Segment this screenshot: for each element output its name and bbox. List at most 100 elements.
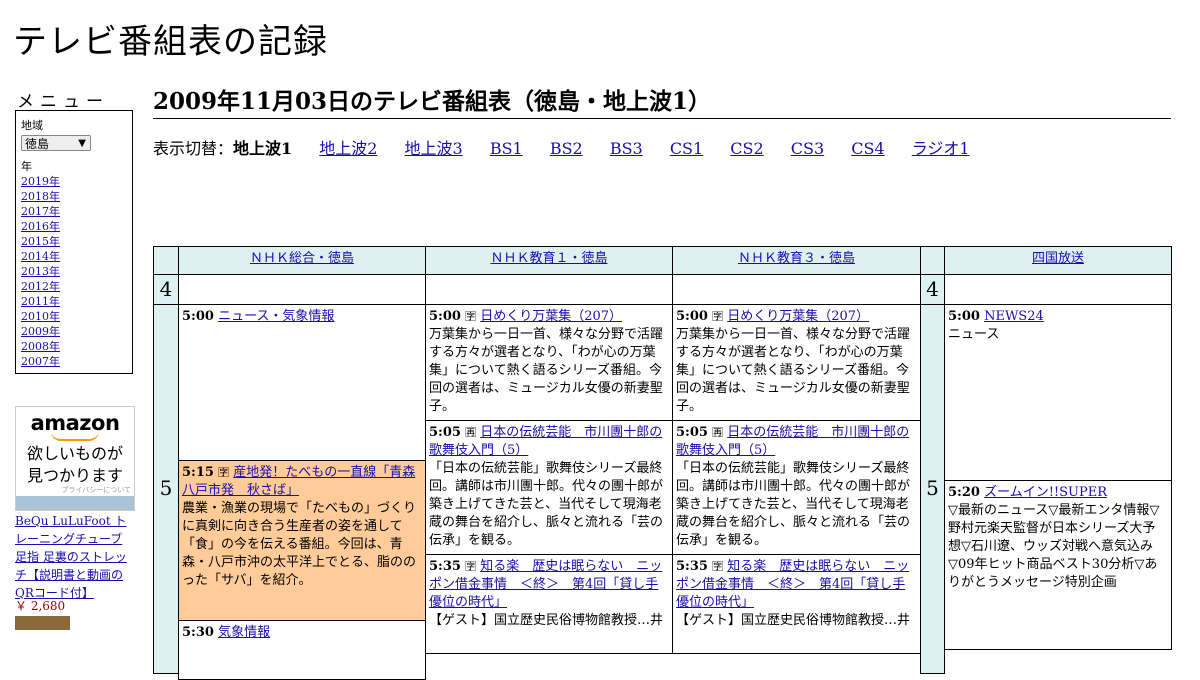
program-title-link[interactable]: 産地発！たべもの一直線「青森八戸市発 秋さば」 bbox=[182, 465, 415, 498]
ad-product-image[interactable] bbox=[15, 616, 70, 630]
program-time: 5:20 bbox=[948, 485, 980, 500]
program-title-link[interactable]: 知る楽 歴史は眠らない ニッポン借金事情 ＜終＞ 第4回「貸し手優位の時代」 bbox=[429, 559, 662, 610]
hour-cell-4-right: 4 bbox=[920, 274, 945, 305]
program-title-link[interactable]: 日本の伝統芸能 市川團十郎の歌舞伎入門（5） bbox=[676, 425, 909, 458]
rerun-icon: 🈞 bbox=[712, 426, 724, 439]
switch-link-cs3[interactable]: CS3 bbox=[791, 139, 824, 158]
program-nhk-0515: 5:15 🈑 産地発！たべもの一直線「青森八戸市発 秋さば」 農業・漁業の現場で… bbox=[178, 460, 426, 621]
menu-box: 地域 徳島 ▼ 年 2019年 2018年 2017年 2016年 2015年 … bbox=[15, 110, 133, 374]
program-time: 5:05 bbox=[676, 425, 708, 440]
program-time: 5:00 bbox=[182, 309, 214, 324]
amazon-logo: amazon bbox=[30, 411, 120, 435]
channel-link-nhk-edu3[interactable]: ＮＨＫ教育３・徳島 bbox=[738, 251, 855, 266]
hour-cell-5-left: 5 bbox=[153, 304, 179, 674]
switch-link-bs2[interactable]: BS2 bbox=[550, 139, 583, 158]
program-grid: ＮＨＫ総合・徳島 ＮＨＫ教育１・徳島 ＮＨＫ教育３・徳島 四国放送 4 4 5 … bbox=[153, 246, 1172, 680]
channel-header-nhk-edu3: ＮＨＫ教育３・徳島 bbox=[672, 246, 921, 275]
program-description: 「日本の伝統芸能」歌舞伎シリーズ最終回。講師は市川團十郎。代々の團十郎が築き上げ… bbox=[676, 461, 911, 548]
amazon-ad-banner[interactable]: amazon 欲しいものが 見つかります プライバシーについて bbox=[15, 406, 135, 511]
year-link-2011[interactable]: 2011年 bbox=[21, 294, 127, 309]
program-e1-0500: 5:00 🈑 日めくり万葉集（207） 万葉集から一日一首、様々な分野で活躍する… bbox=[425, 304, 673, 421]
empty-cell bbox=[944, 274, 1172, 305]
switch-link-cs1[interactable]: CS1 bbox=[670, 139, 703, 158]
switch-link-radio1[interactable]: ラジオ1 bbox=[912, 139, 970, 158]
program-jrt-0500: 5:00 NEWS24 ニュース bbox=[944, 304, 1172, 481]
program-time: 5:35 bbox=[676, 559, 708, 574]
year-label: 年 bbox=[21, 160, 32, 173]
program-time: 5:00 bbox=[429, 309, 461, 324]
program-title-link[interactable]: 日めくり万葉集（207） bbox=[727, 309, 869, 324]
program-time: 5:15 bbox=[182, 465, 214, 480]
year-link-2019[interactable]: 2019年 bbox=[21, 174, 127, 189]
program-nhk-0500: 5:00 ニュース・気象情報 bbox=[178, 304, 426, 461]
year-link-2007[interactable]: 2007年 bbox=[21, 354, 127, 369]
chevron-down-icon: ▼ bbox=[78, 138, 86, 149]
empty-cell bbox=[178, 274, 426, 305]
program-jrt-0520: 5:20 ズームイン!!SUPER ▽最新のニュース▽最新エンタ情報▽野村元楽天… bbox=[944, 480, 1172, 650]
year-link-2010[interactable]: 2010年 bbox=[21, 309, 127, 324]
hour-cell-5-right: 5 bbox=[920, 304, 945, 674]
empty-cell bbox=[425, 274, 673, 305]
switch-link-chijoha2[interactable]: 地上波2 bbox=[319, 139, 377, 158]
year-link-2009[interactable]: 2009年 bbox=[21, 324, 127, 339]
program-description: 【ゲスト】国立歴史民俗博物館教授…井 bbox=[676, 613, 911, 628]
channel-link-shikoku[interactable]: 四国放送 bbox=[1032, 251, 1084, 266]
program-description: 【ゲスト】国立歴史民俗博物館教授…井 bbox=[429, 613, 664, 628]
program-e3-0500: 5:00 🈑 日めくり万葉集（207） 万葉集から一日一首、様々な分野で活躍する… bbox=[672, 304, 921, 421]
program-nhk-0530: 5:30 気象情報 bbox=[178, 620, 426, 680]
program-title-link[interactable]: 気象情報 bbox=[218, 625, 270, 640]
year-list: 2019年 2018年 2017年 2016年 2015年 2014年 2013… bbox=[21, 174, 127, 369]
program-title-link[interactable]: 知る楽 歴史は眠らない ニッポン借金事情 ＜終＞ 第4回「貸し手優位の時代」 bbox=[676, 559, 909, 610]
program-e3-0505: 5:05 🈞 日本の伝統芸能 市川團十郎の歌舞伎入門（5） 「日本の伝統芸能」歌… bbox=[672, 420, 921, 555]
program-time: 5:00 bbox=[948, 309, 980, 324]
switch-link-cs2[interactable]: CS2 bbox=[730, 139, 763, 158]
hour-header-right bbox=[920, 246, 945, 275]
menu-title: メニュー bbox=[17, 92, 109, 112]
program-title-link[interactable]: ニュース・気象情報 bbox=[218, 309, 334, 324]
region-select[interactable]: 徳島 ▼ bbox=[21, 135, 91, 151]
program-time: 5:30 bbox=[182, 625, 214, 640]
program-e1-0535: 5:35 🈑 知る楽 歴史は眠らない ニッポン借金事情 ＜終＞ 第4回「貸し手優… bbox=[425, 554, 673, 654]
program-e3-0535: 5:35 🈑 知る楽 歴史は眠らない ニッポン借金事情 ＜終＞ 第4回「貸し手優… bbox=[672, 554, 921, 654]
program-title-link[interactable]: NEWS24 bbox=[984, 309, 1044, 324]
program-title-link[interactable]: ズームイン!!SUPER bbox=[984, 485, 1107, 500]
switch-link-bs3[interactable]: BS3 bbox=[610, 139, 643, 158]
program-e1-0505: 5:05 🈞 日本の伝統芸能 市川團十郎の歌舞伎入門（5） 「日本の伝統芸能」歌… bbox=[425, 420, 673, 555]
year-link-2013[interactable]: 2013年 bbox=[21, 264, 127, 279]
channel-link-nhk-edu1[interactable]: ＮＨＫ教育１・徳島 bbox=[490, 251, 607, 266]
program-title-link[interactable]: 日本の伝統芸能 市川團十郎の歌舞伎入門（5） bbox=[429, 425, 662, 458]
switch-link-bs1[interactable]: BS1 bbox=[490, 139, 523, 158]
switch-link-chijoha3[interactable]: 地上波3 bbox=[405, 139, 463, 158]
program-description: 万葉集から一日一首、様々な分野で活躍する方々が選者となり、「わが心の万葉集」につ… bbox=[676, 327, 911, 414]
channel-header-nhk-edu1: ＮＨＫ教育１・徳島 bbox=[425, 246, 673, 275]
ad-product-link[interactable]: BeQu LuLuFoot トレーニングチューブ 足指 足裏のストレッチ【説明書… bbox=[15, 512, 137, 602]
region-label: 地域 bbox=[21, 119, 43, 132]
year-link-2018[interactable]: 2018年 bbox=[21, 189, 127, 204]
channel-header-nhk-sogo: ＮＨＫ総合・徳島 bbox=[178, 246, 426, 275]
program-description: 「日本の伝統芸能」歌舞伎シリーズ最終回。講師は市川團十郎。代々の團十郎が築き上げ… bbox=[429, 461, 664, 548]
program-description: ▽最新のニュース▽最新エンタ情報▽野村元楽天監督が日本シリーズ大予想▽石川遼、ウ… bbox=[948, 503, 1160, 590]
channel-switcher: 表示切替：地上波1 地上波2 地上波3 BS1 BS2 BS3 CS1 CS2 … bbox=[153, 135, 970, 159]
year-link-2014[interactable]: 2014年 bbox=[21, 249, 127, 264]
year-link-2012[interactable]: 2012年 bbox=[21, 279, 127, 294]
rerun-icon: 🈞 bbox=[465, 426, 477, 439]
ad-privacy-link[interactable]: プライバシーについて bbox=[61, 485, 131, 495]
ad-tagline-1: 欲しいものが bbox=[26, 444, 123, 463]
hour-cell-4-left: 4 bbox=[153, 274, 179, 305]
year-link-2016[interactable]: 2016年 bbox=[21, 219, 127, 234]
region-select-value: 徳島 bbox=[25, 137, 50, 151]
switch-link-cs4[interactable]: CS4 bbox=[851, 139, 884, 158]
year-link-2008[interactable]: 2008年 bbox=[21, 339, 127, 354]
year-link-2017[interactable]: 2017年 bbox=[21, 204, 127, 219]
new-program-icon: 🈑 bbox=[465, 310, 477, 323]
program-description: 万葉集から一日一首、様々な分野で活躍する方々が選者となり、「わが心の万葉集」につ… bbox=[429, 327, 664, 414]
year-link-2015[interactable]: 2015年 bbox=[21, 234, 127, 249]
page-title: 2009年11月03日のテレビ番組表（徳島・地上波1） bbox=[153, 82, 1171, 119]
program-time: 5:00 bbox=[676, 309, 708, 324]
hour-header-left bbox=[153, 246, 179, 275]
channel-link-nhk-sogo[interactable]: ＮＨＫ総合・徳島 bbox=[250, 251, 354, 266]
new-program-icon: 🈑 bbox=[712, 560, 724, 573]
switcher-label: 表示切替： bbox=[153, 139, 234, 158]
program-title-link[interactable]: 日めくり万葉集（207） bbox=[480, 309, 622, 324]
program-description: 農業・漁業の現場で「たべもの」づくりに真剣に向き合う生産者の姿を通して「食」の今… bbox=[182, 501, 417, 588]
